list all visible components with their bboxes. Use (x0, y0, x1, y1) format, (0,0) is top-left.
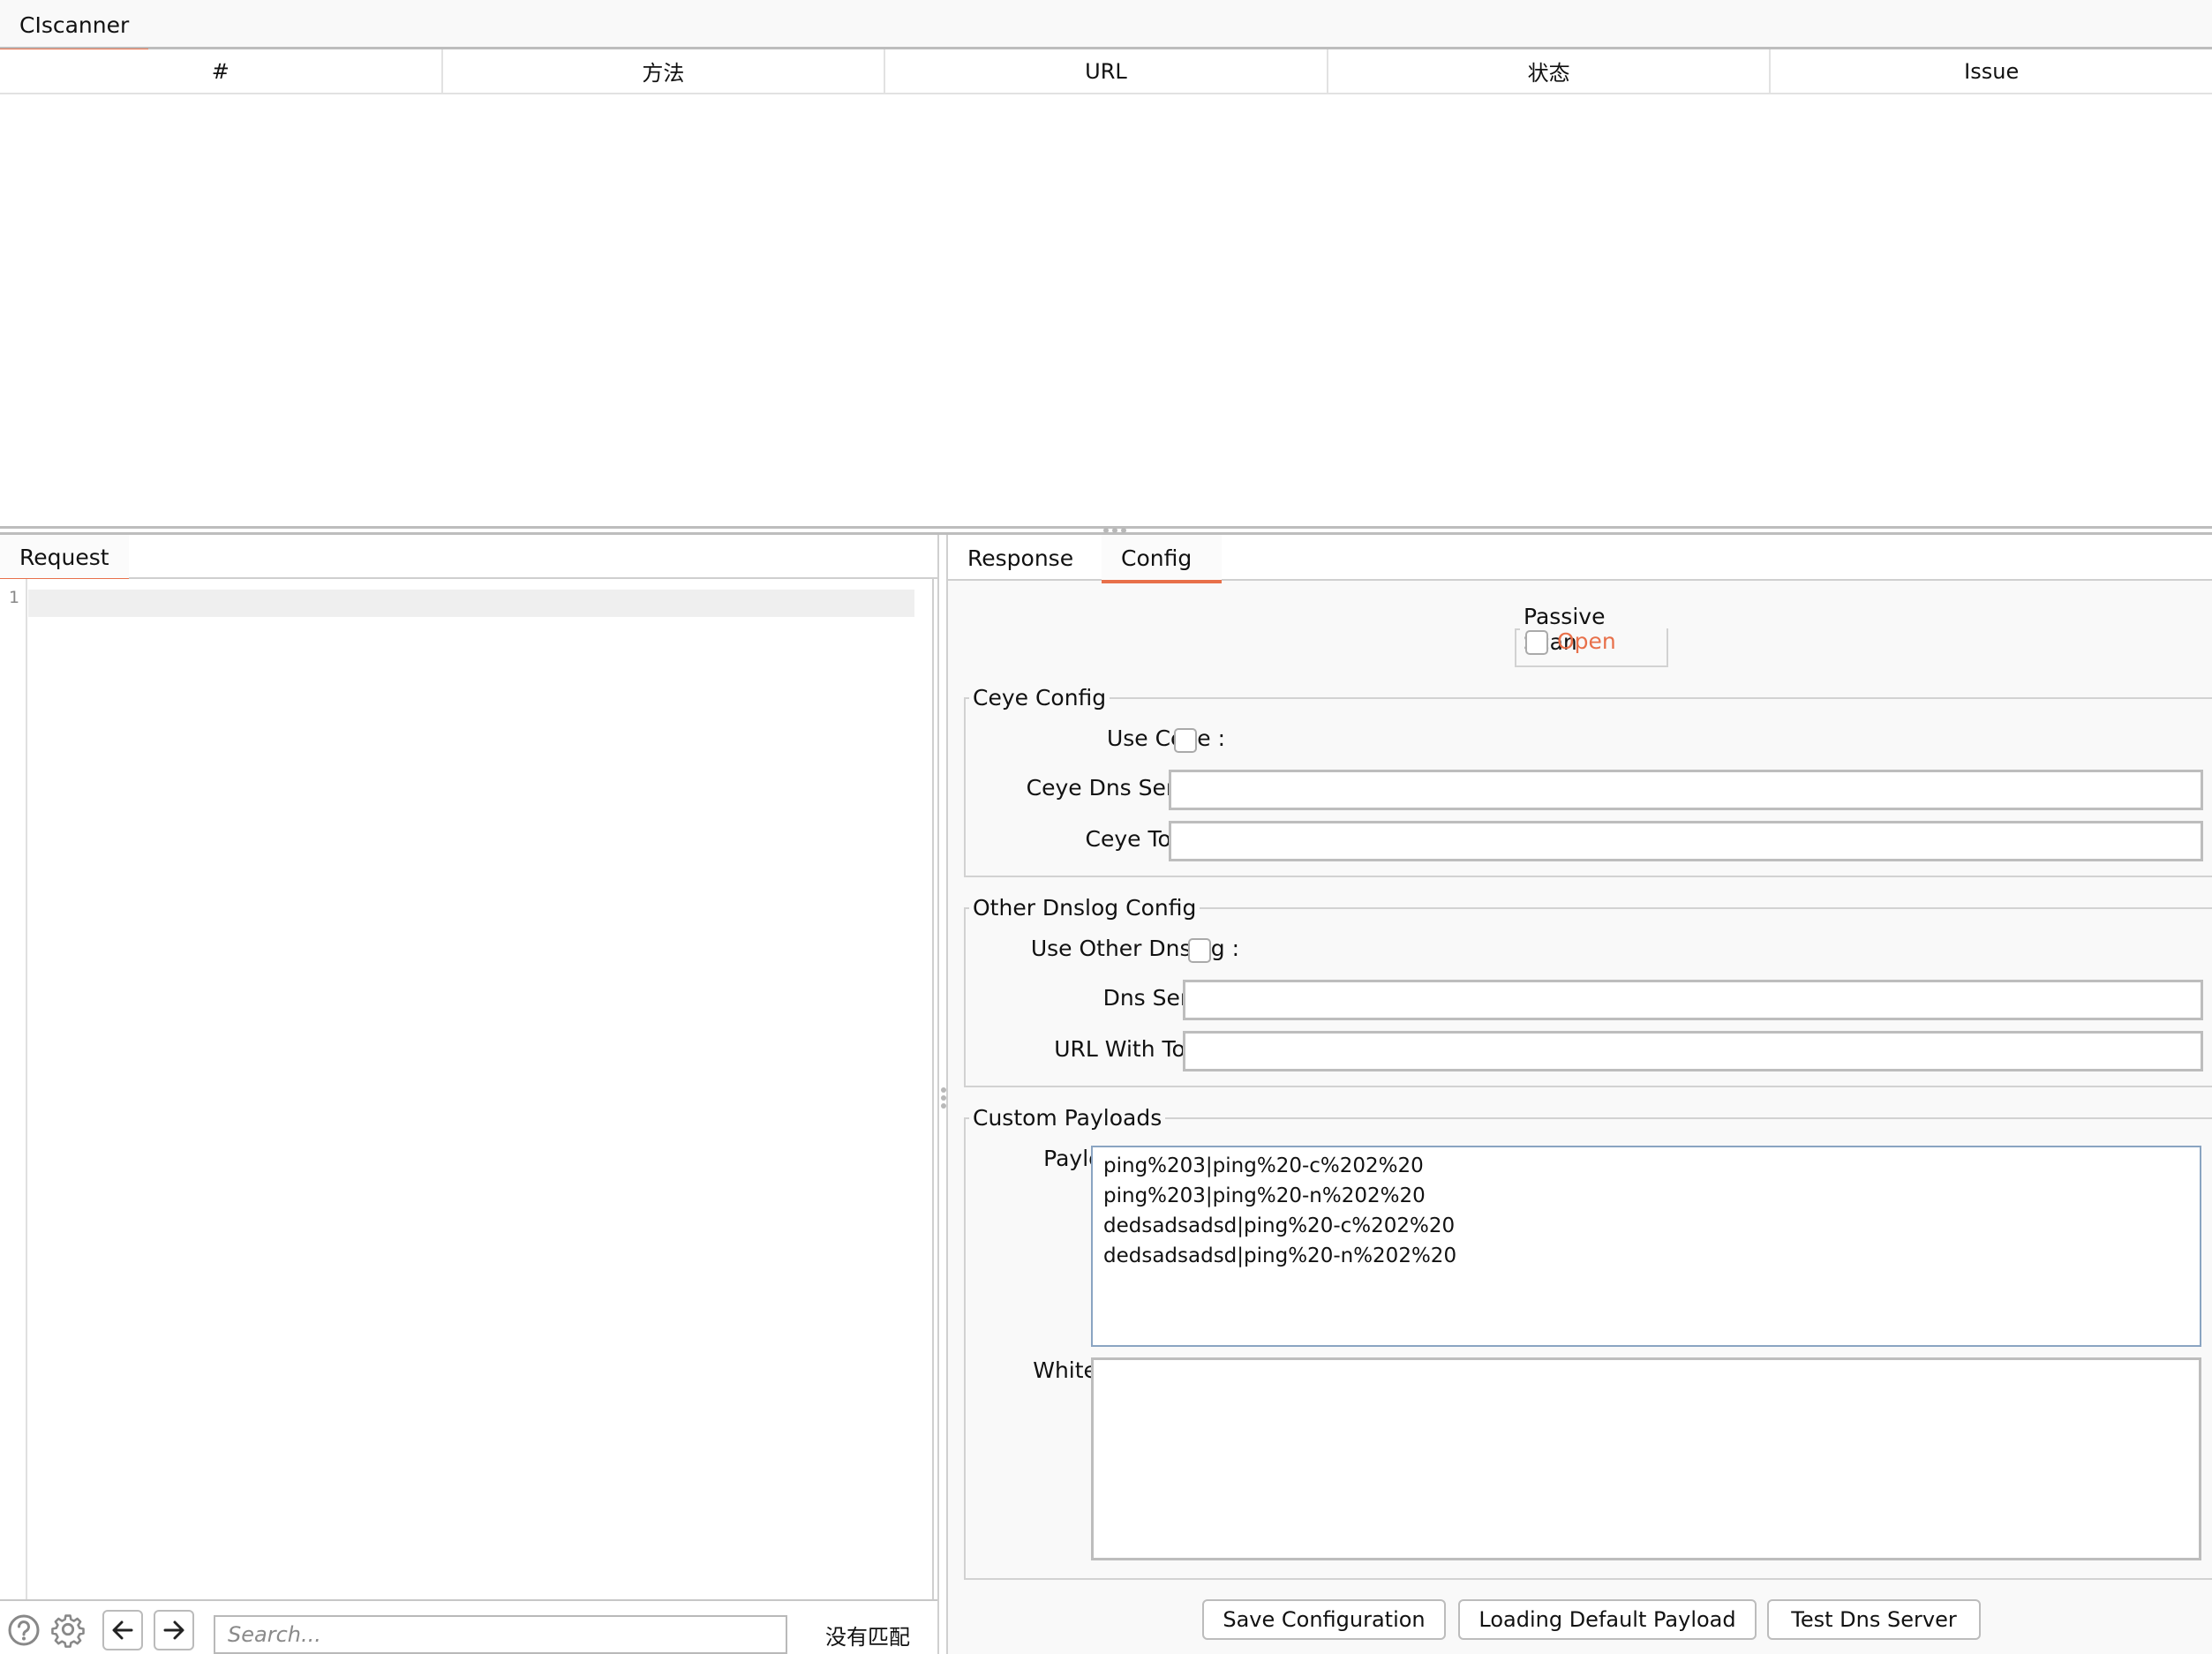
tab-label: CIscanner (19, 11, 130, 38)
use-ceye-checkbox[interactable] (1174, 728, 1197, 753)
column-header-issue[interactable]: Issue (1771, 49, 2212, 93)
request-pane: Request 1 Search... 没有匹配 (0, 535, 937, 1654)
whitelist-textarea[interactable] (1091, 1357, 2201, 1560)
ceye-token-input[interactable] (1169, 821, 2203, 861)
payload-textarea[interactable]: ping%203|ping%20-c%202%20 ping%203|ping%… (1091, 1146, 2201, 1347)
config-pane: Response Config Passive Scan Open Ceye C… (948, 535, 2212, 1654)
table-body (0, 94, 2212, 524)
search-field[interactable] (214, 1615, 787, 1654)
tab-response[interactable]: Response (948, 535, 1102, 581)
arrow-left-icon[interactable] (102, 1610, 143, 1650)
match-status-label: 没有匹配 (825, 1624, 910, 1650)
custom-payloads-title: Custom Payloads (973, 1105, 1162, 1131)
current-line-highlight (28, 590, 914, 617)
search-input[interactable] (228, 1622, 773, 1647)
dns-server-input[interactable] (1183, 980, 2203, 1020)
save-configuration-button[interactable]: Save Configuration (1202, 1599, 1446, 1640)
vertical-splitter[interactable] (937, 535, 948, 1654)
test-dns-server-button[interactable]: Test Dns Server (1767, 1599, 1981, 1640)
request-tab-bar: Request (0, 535, 937, 582)
passive-scan-open-label[interactable]: Open (1557, 628, 1616, 654)
tab-label: Response (967, 545, 1074, 571)
ceye-config-title: Ceye Config (973, 685, 1107, 710)
splitter-grip-icon (941, 1087, 946, 1109)
column-header-index[interactable]: # (0, 49, 443, 93)
use-other-dnslog-checkbox[interactable] (1188, 938, 1211, 963)
ceye-dns-server-input[interactable] (1169, 770, 2203, 810)
column-header-method[interactable]: 方法 (443, 49, 886, 93)
column-header-url[interactable]: URL (885, 49, 1328, 93)
tab-config[interactable]: Config (1102, 535, 1222, 583)
passive-scan-open-checkbox[interactable] (1525, 630, 1548, 655)
app-window: CIscanner # 方法 URL 状态 Issue Request 1 Se… (0, 0, 2212, 1654)
other-dnslog-config-title: Other Dnslog Config (973, 895, 1197, 921)
search-toolbar: 没有匹配 (0, 1599, 937, 1654)
table-header: # 方法 URL 状态 Issue (0, 49, 2212, 94)
request-editor[interactable]: 1 (0, 579, 934, 1599)
tab-request[interactable]: Request (0, 535, 129, 582)
tab-label: Request (19, 544, 109, 570)
horizontal-splitter[interactable] (0, 526, 2212, 535)
load-default-payload-button[interactable]: Loading Default Payload (1458, 1599, 1757, 1640)
help-circle-icon[interactable] (7, 1613, 41, 1647)
tab-label: Config (1121, 545, 1193, 571)
top-tab-bar: CIscanner (0, 0, 2212, 52)
response-config-tab-bar: Response Config (948, 535, 2212, 583)
use-ceye-label: Use Ceye : (1106, 726, 1225, 751)
results-table: # 方法 URL 状态 Issue (0, 49, 2212, 526)
arrow-right-icon[interactable] (154, 1610, 194, 1650)
tab-ciscanner[interactable]: CIscanner (0, 0, 148, 52)
line-number-gutter: 1 (0, 579, 27, 1599)
column-header-status[interactable]: 状态 (1328, 49, 1772, 93)
url-with-token-input[interactable] (1183, 1031, 2203, 1071)
gear-icon[interactable] (51, 1613, 85, 1648)
splitter-grip-icon (1103, 528, 1126, 533)
line-number: 1 (9, 588, 20, 607)
